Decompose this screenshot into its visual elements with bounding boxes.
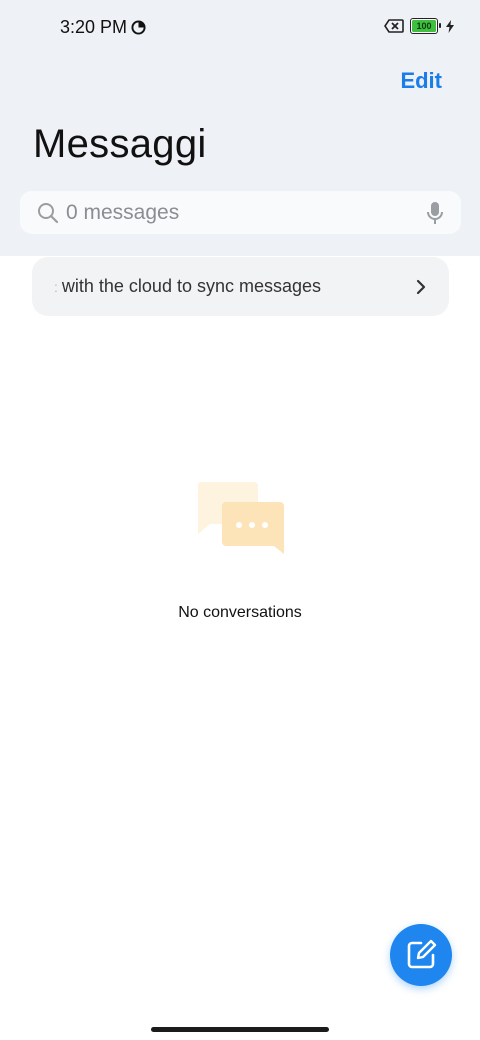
battery-level: 100 [416, 21, 432, 31]
mic-icon[interactable] [425, 201, 445, 225]
compose-icon [407, 939, 437, 969]
status-time: 3:20 PM [60, 17, 128, 37]
compose-button[interactable] [390, 924, 452, 986]
page-title: Messaggi [33, 122, 207, 166]
chat-bubbles-icon [197, 482, 284, 554]
search-input[interactable]: 0 messages [20, 191, 461, 234]
charging-bolt-icon [446, 19, 454, 33]
empty-state-text: No conversations [178, 604, 302, 621]
edit-button[interactable]: Edit [400, 68, 442, 94]
status-icons: 100 [384, 18, 454, 34]
search-placeholder: 0 messages [66, 200, 180, 224]
sim-error-icon [384, 19, 404, 33]
banner-leading-mark: : [54, 278, 58, 295]
home-indicator[interactable] [151, 1027, 329, 1032]
status-time-group: 3:20 PM [60, 17, 146, 38]
chevron-right-icon [416, 279, 426, 294]
cloud-sync-banner[interactable]: : with the cloud to sync messages [32, 257, 449, 316]
data-saver-icon [131, 20, 146, 35]
battery-icon: 100 [410, 18, 441, 34]
banner-text: with the cloud to sync messages [61, 276, 322, 296]
search-icon [38, 202, 59, 223]
